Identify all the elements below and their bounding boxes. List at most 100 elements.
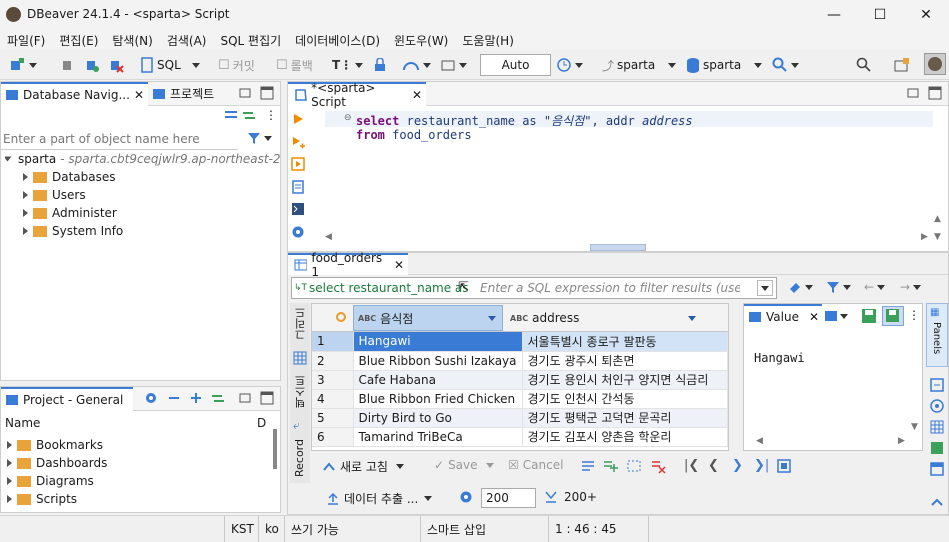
add-row-icon[interactable] <box>602 458 618 474</box>
panel-menu-icon[interactable]: ⋮ <box>908 308 920 322</box>
expand-arrow-icon[interactable] <box>23 209 28 217</box>
editor-settings-icon[interactable] <box>291 225 305 239</box>
scroll-down-arrow-icon[interactable]: ▼ <box>911 422 918 432</box>
scrollbar-thumb[interactable] <box>273 429 277 469</box>
datasource-selector[interactable]: ⤴ sparta <box>602 55 677 75</box>
project-item-scripts[interactable]: Scripts <box>7 490 77 508</box>
scroll-up-arrow-icon[interactable]: ▲ <box>934 214 941 224</box>
new-connection-button[interactable] <box>8 55 37 75</box>
collapse-all-icon[interactable] <box>223 110 239 120</box>
fetch-size-input[interactable]: 200 <box>481 488 536 508</box>
table-row[interactable]: 1 Hangawi 서울특별시 종로구 팔판동 <box>312 332 728 352</box>
side-tab-record[interactable]: Record <box>293 439 306 477</box>
dbeaver-perspective-icon[interactable] <box>924 53 946 75</box>
global-search-icon[interactable] <box>856 55 872 75</box>
sort-dropdown-icon[interactable] <box>488 315 496 321</box>
cell-address[interactable]: 경기도 김포시 양촌읍 학운리 <box>522 427 728 447</box>
close-tab-icon[interactable]: ✕ <box>394 258 404 272</box>
expand-arrow-icon[interactable] <box>23 191 28 199</box>
link-editor-icon[interactable] <box>211 392 225 404</box>
cell-restaurant[interactable]: Hangawi <box>353 332 523 352</box>
next-page-icon[interactable]: ❯ <box>732 458 743 473</box>
sql-editor-button[interactable]: SQL <box>140 55 200 75</box>
menu-navigate[interactable]: 탐색(N) <box>105 32 159 49</box>
terminal-icon[interactable] <box>291 202 305 216</box>
fetch-page-icon[interactable] <box>776 458 792 474</box>
rollback-button[interactable]: ☐ 롤백 <box>276 55 313 75</box>
tab-project-general[interactable]: Project - General <box>1 387 133 411</box>
lock-icon[interactable] <box>374 55 386 75</box>
menu-database[interactable]: 데이터베이스(D) <box>288 32 387 49</box>
maximize-panel-icon[interactable] <box>260 86 274 100</box>
expand-arrow-icon[interactable] <box>23 173 28 181</box>
column-header-d[interactable]: D <box>257 416 266 430</box>
last-page-icon[interactable]: ❯| <box>754 458 769 473</box>
cell-address[interactable]: 경기도 인천시 간석동 <box>522 389 728 409</box>
grouping-panel-icon[interactable] <box>929 419 945 435</box>
minimize-editor-icon[interactable] <box>906 86 920 100</box>
minimize-button[interactable]: — <box>811 0 857 30</box>
disconnect-icon[interactable] <box>108 55 124 75</box>
menu-sql-editor[interactable]: SQL 편집기 <box>213 32 288 49</box>
project-item-diagrams[interactable]: Diagrams <box>7 472 94 490</box>
splitter-handle[interactable] <box>590 244 646 251</box>
scroll-left-arrow-icon[interactable]: ◀ <box>325 232 332 242</box>
first-page-icon[interactable]: |❮ <box>684 458 699 473</box>
cell-restaurant[interactable]: Cafe Habana <box>353 370 523 390</box>
panels-toggle-button[interactable]: ▦ Panels <box>926 303 948 367</box>
expand-filter-icon[interactable]: ⇱ <box>458 280 469 295</box>
menu-window[interactable]: 윈도우(W) <box>387 32 455 49</box>
auto-apply-icon[interactable] <box>882 306 904 326</box>
perspective-icon[interactable] <box>894 55 910 75</box>
scroll-right-arrow-icon[interactable]: ▶ <box>921 232 928 242</box>
scroll-right-arrow-icon[interactable]: ▶ <box>898 436 905 446</box>
project-item-dashboards[interactable]: Dashboards <box>7 454 107 472</box>
save-button[interactable]: ✓ Save <box>434 458 494 472</box>
execute-script-icon[interactable] <box>291 157 305 171</box>
tab-value[interactable]: Value ✕ <box>744 304 822 328</box>
tree-connection-sparta[interactable]: sparta - sparta.cbt9ceqjwlr9.ap-northeas… <box>5 150 281 168</box>
edit-row-icon[interactable] <box>580 458 596 474</box>
table-row[interactable]: 4 Blue Ribbon Fried Chicken 경기도 인천시 간석동 <box>312 389 728 409</box>
navigator-filter-input[interactable]: Enter a part of object name here <box>1 129 238 150</box>
tab-projects[interactable]: 프로젝트 <box>152 85 214 102</box>
row-number[interactable]: 6 <box>312 427 354 447</box>
tree-item-administer[interactable]: Administer <box>23 204 117 222</box>
tree-item-users[interactable]: Users <box>23 186 86 204</box>
expand-arrow-icon[interactable] <box>23 227 28 235</box>
performance-icon[interactable] <box>402 55 431 75</box>
filter-funnel-icon[interactable] <box>826 280 851 294</box>
column-header-name[interactable]: Name <box>5 416 40 430</box>
tools-icon[interactable] <box>440 55 467 75</box>
copy-row-icon[interactable] <box>626 458 642 474</box>
commit-button[interactable]: ☐ 커밋 <box>218 55 255 75</box>
column-header-restaurant[interactable]: ABC 음식점 <box>353 305 503 331</box>
cell-restaurant[interactable]: Blue Ribbon Sushi Izakaya <box>353 351 523 371</box>
transaction-mode-button[interactable]: T⋮ <box>332 55 364 75</box>
sync-panel-icon[interactable] <box>929 495 945 511</box>
menu-file[interactable]: 파일(F) <box>0 32 52 49</box>
content-viewer-icon[interactable] <box>824 310 848 322</box>
cell-restaurant[interactable]: Blue Ribbon Fried Chicken <box>353 389 523 409</box>
fetch-settings-icon[interactable] <box>459 490 473 504</box>
sql-code-area[interactable]: ⊖ select restaurant_name as "음식점", addr … <box>325 109 933 231</box>
close-tab-icon[interactable]: ✕ <box>134 88 144 102</box>
filter-history-forward-icon[interactable]: → <box>900 280 922 294</box>
link-with-editor-icon[interactable] <box>241 109 257 121</box>
close-tab-icon[interactable]: ✕ <box>412 88 422 102</box>
table-row[interactable]: 6 Tamarind TriBeCa 경기도 김포시 양촌읍 학운리 <box>312 427 728 447</box>
column-header-address[interactable]: ABC address <box>504 305 706 331</box>
search-dropdown-icon[interactable] <box>772 55 799 75</box>
cell-restaurant[interactable]: Dirty Bird to Go <box>353 408 523 428</box>
explain-plan-icon[interactable] <box>291 180 305 194</box>
side-tab-grid[interactable]: 그리드 <box>293 307 309 340</box>
scroll-left-arrow-icon[interactable]: ◀ <box>756 436 763 446</box>
menu-search[interactable]: 검색(A) <box>160 32 214 49</box>
row-number[interactable]: 5 <box>312 408 354 428</box>
fold-toggle-icon[interactable]: ⊖ <box>344 113 352 123</box>
close-tab-icon[interactable]: ✕ <box>809 310 819 324</box>
row-number[interactable]: 3 <box>312 370 354 390</box>
project-item-bookmarks[interactable]: Bookmarks <box>7 436 103 454</box>
delete-row-icon[interactable] <box>650 458 666 474</box>
cell-address[interactable]: 경기도 광주시 퇴촌면 <box>522 351 728 371</box>
